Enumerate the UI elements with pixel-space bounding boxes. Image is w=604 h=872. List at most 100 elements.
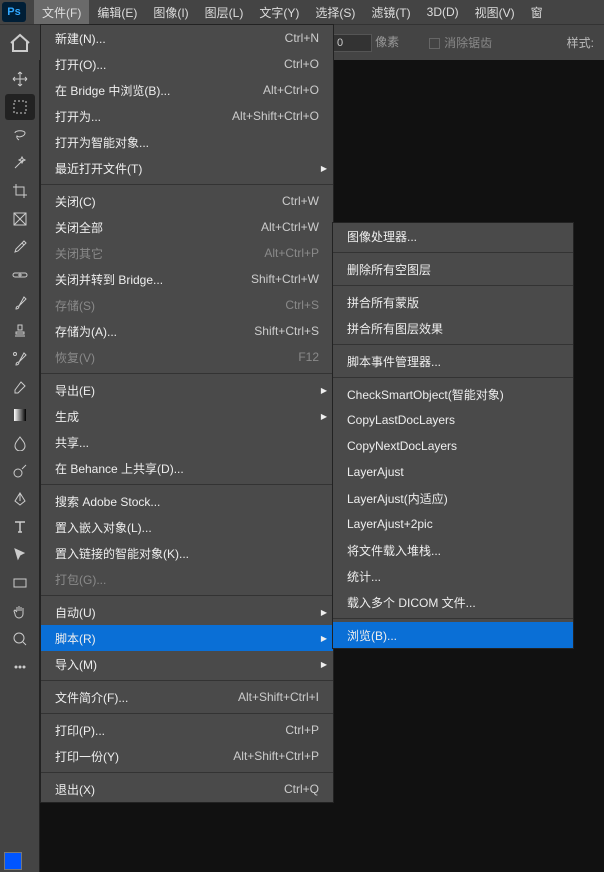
file-menu-item-32[interactable]: 打印一份(Y)Alt+Shift+Ctrl+P	[41, 743, 333, 769]
file-menu-item-25[interactable]: 自动(U)▶	[41, 599, 333, 625]
scripts-menu-item-10[interactable]: CopyLastDocLayers	[333, 407, 573, 433]
tool-eraser[interactable]	[5, 374, 35, 400]
file-menu-item-18[interactable]: 在 Behance 上共享(D)...	[41, 455, 333, 481]
file-menu-item-15[interactable]: 导出(E)▶	[41, 377, 333, 403]
scripts-menu-item-11[interactable]: CopyNextDocLayers	[333, 433, 573, 459]
scripts-menu-item-19[interactable]: 浏览(B)...	[333, 622, 573, 648]
tool-brush[interactable]	[5, 290, 35, 316]
scripts-menu-separator	[333, 618, 573, 619]
menubar-item-2[interactable]: 图像(I)	[145, 0, 196, 24]
file-menu-separator	[41, 713, 333, 714]
tool-move[interactable]	[5, 66, 35, 92]
file-menu-shortcut: F12	[298, 350, 319, 364]
submenu-arrow-icon: ▶	[321, 164, 327, 173]
tool-blur[interactable]	[5, 430, 35, 456]
menubar-item-0[interactable]: 文件(F)	[34, 0, 89, 24]
menubar-item-7[interactable]: 3D(D)	[419, 0, 467, 24]
tool-more[interactable]	[5, 654, 35, 680]
file-menu-item-22[interactable]: 置入链接的智能对象(K)...	[41, 540, 333, 566]
file-menu-label: 搜索 Adobe Stock...	[55, 493, 319, 510]
file-menu-item-23: 打包(G)...	[41, 566, 333, 592]
menubar-item-1[interactable]: 编辑(E)	[89, 0, 145, 24]
file-menu-item-4[interactable]: 打开为智能对象...	[41, 129, 333, 155]
file-menu-item-26[interactable]: 脚本(R)▶	[41, 625, 333, 651]
tool-rect[interactable]	[5, 570, 35, 596]
scripts-menu-item-14[interactable]: LayerAjust+2pic	[333, 511, 573, 537]
file-menu-item-7[interactable]: 关闭(C)Ctrl+W	[41, 188, 333, 214]
submenu-arrow-icon: ▶	[321, 608, 327, 617]
submenu-arrow-icon: ▶	[321, 412, 327, 421]
menubar-item-6[interactable]: 滤镜(T)	[363, 0, 418, 24]
file-menu-item-20[interactable]: 搜索 Adobe Stock...	[41, 488, 333, 514]
menubar-item-8[interactable]: 视图(V)	[467, 0, 523, 24]
file-menu-label: 存储(S)	[55, 297, 285, 314]
file-menu-dropdown: 新建(N)...Ctrl+N打开(O)...Ctrl+O在 Bridge 中浏览…	[40, 24, 334, 803]
tool-gradient[interactable]	[5, 402, 35, 428]
file-menu-item-2[interactable]: 在 Bridge 中浏览(B)...Alt+Ctrl+O	[41, 77, 333, 103]
file-menu-item-17[interactable]: 共享...	[41, 429, 333, 455]
file-menu-shortcut: Alt+Ctrl+W	[261, 220, 319, 234]
file-menu-item-3[interactable]: 打开为...Alt+Shift+Ctrl+O	[41, 103, 333, 129]
file-menu-shortcut: Ctrl+W	[282, 194, 319, 208]
file-menu-label: 退出(X)	[55, 781, 284, 798]
file-menu-shortcut: Alt+Shift+Ctrl+O	[232, 109, 319, 123]
file-menu-label: 在 Bridge 中浏览(B)...	[55, 82, 263, 99]
file-menu-item-29[interactable]: 文件简介(F)...Alt+Shift+Ctrl+I	[41, 684, 333, 710]
file-menu-item-12[interactable]: 存储为(A)...Shift+Ctrl+S	[41, 318, 333, 344]
scripts-menu-item-15[interactable]: 将文件载入堆栈...	[333, 537, 573, 563]
tool-frame[interactable]	[5, 206, 35, 232]
menubar-item-4[interactable]: 文字(Y)	[251, 0, 307, 24]
color-swatches[interactable]	[0, 846, 40, 872]
file-menu-item-27[interactable]: 导入(M)▶	[41, 651, 333, 677]
menubar-item-5[interactable]: 选择(S)	[307, 0, 363, 24]
scripts-menu-item-9[interactable]: CheckSmartObject(智能对象)	[333, 381, 573, 407]
file-menu-item-21[interactable]: 置入嵌入对象(L)...	[41, 514, 333, 540]
tool-heal[interactable]	[5, 262, 35, 288]
tool-eyedropper[interactable]	[5, 234, 35, 260]
file-menu-item-5[interactable]: 最近打开文件(T)▶	[41, 155, 333, 181]
tool-crop[interactable]	[5, 178, 35, 204]
file-menu-item-31[interactable]: 打印(P)...Ctrl+P	[41, 717, 333, 743]
feather-input[interactable]	[332, 34, 372, 52]
tool-history[interactable]	[5, 346, 35, 372]
file-menu-label: 文件简介(F)...	[55, 689, 238, 706]
file-menu-shortcut: Alt+Ctrl+O	[263, 83, 319, 97]
tool-hand[interactable]	[5, 598, 35, 624]
tool-stamp[interactable]	[5, 318, 35, 344]
scripts-menu-label: CheckSmartObject(智能对象)	[347, 386, 559, 403]
scripts-menu-item-0[interactable]: 图像处理器...	[333, 223, 573, 249]
file-menu-item-0[interactable]: 新建(N)...Ctrl+N	[41, 25, 333, 51]
tool-wand[interactable]	[5, 150, 35, 176]
tool-dodge[interactable]	[5, 458, 35, 484]
home-icon[interactable]	[8, 31, 32, 55]
menubar-item-9[interactable]: 窗	[523, 0, 551, 24]
file-menu-item-13: 恢复(V)F12	[41, 344, 333, 370]
tool-lasso[interactable]	[5, 122, 35, 148]
scripts-menu-separator	[333, 344, 573, 345]
file-menu-item-8[interactable]: 关闭全部Alt+Ctrl+W	[41, 214, 333, 240]
antialias-check[interactable]: 消除锯齿	[429, 34, 492, 51]
scripts-menu-item-5[interactable]: 拼合所有图层效果	[333, 315, 573, 341]
scripts-menu-label: 拼合所有图层效果	[347, 320, 559, 337]
scripts-menu-item-16[interactable]: 统计...	[333, 563, 573, 589]
tool-zoom[interactable]	[5, 626, 35, 652]
scripts-menu-item-13[interactable]: LayerAjust(内适应)	[333, 485, 573, 511]
file-menu-item-10[interactable]: 关闭并转到 Bridge...Shift+Ctrl+W	[41, 266, 333, 292]
scripts-menu-item-7[interactable]: 脚本事件管理器...	[333, 348, 573, 374]
scripts-menu-label: 统计...	[347, 568, 559, 585]
scripts-menu-item-4[interactable]: 拼合所有蒙版	[333, 289, 573, 315]
tool-pen[interactable]	[5, 486, 35, 512]
scripts-menu-item-17[interactable]: 载入多个 DICOM 文件...	[333, 589, 573, 615]
file-menu-label: 脚本(R)	[55, 630, 319, 647]
file-menu-item-1[interactable]: 打开(O)...Ctrl+O	[41, 51, 333, 77]
menubar: Ps 文件(F)编辑(E)图像(I)图层(L)文字(Y)选择(S)滤镜(T)3D…	[0, 0, 604, 24]
scripts-menu-item-2[interactable]: 删除所有空图层	[333, 256, 573, 282]
file-menu-item-16[interactable]: 生成▶	[41, 403, 333, 429]
tool-path[interactable]	[5, 542, 35, 568]
menubar-item-3[interactable]: 图层(L)	[197, 0, 252, 24]
scripts-menu-item-12[interactable]: LayerAjust	[333, 459, 573, 485]
file-menu-item-34[interactable]: 退出(X)Ctrl+Q	[41, 776, 333, 802]
tool-marquee[interactable]	[5, 94, 35, 120]
file-menu-separator	[41, 772, 333, 773]
tool-type[interactable]	[5, 514, 35, 540]
